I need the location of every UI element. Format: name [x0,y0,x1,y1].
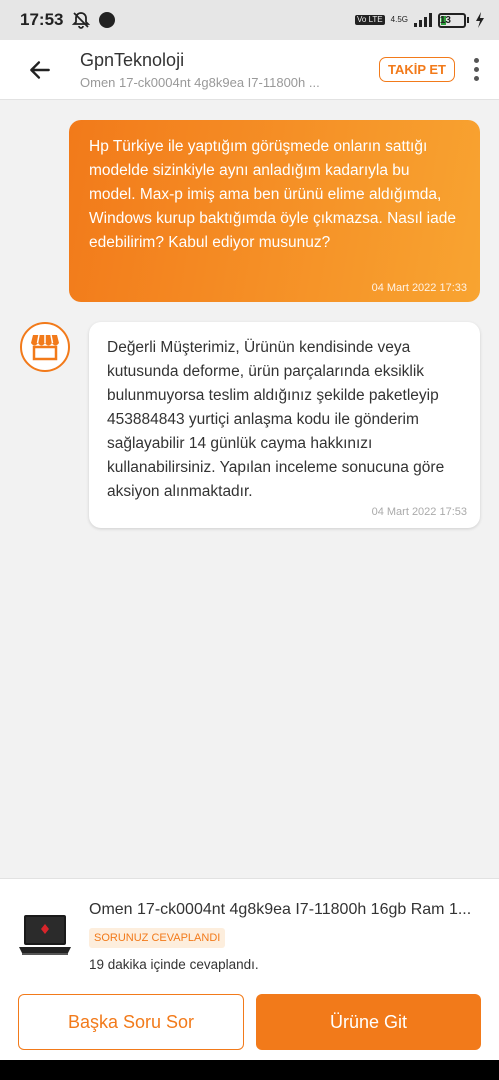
seller-avatar [20,322,70,372]
bottom-panel: Omen 17-ck0004nt 4g8k9ea I7-11800h 16gb … [0,878,499,1060]
message-text: Hp Türkiye ile yaptığım görüşmede onları… [89,138,456,251]
product-name: Omen 17-ck0004nt 4g8k9ea I7-11800h 16gb … [89,901,472,918]
back-button[interactable] [0,40,80,100]
store-icon [31,334,59,361]
message-time: 04 Mart 2022 17:53 [371,506,467,518]
product-subtitle: Omen 17-ck0004nt 4g8k9ea I7-11800h ... [80,74,320,90]
app-notification-icon [99,12,116,28]
ask-another-question-button[interactable]: Başka Soru Sor [18,994,244,1050]
volte-icon: Vo LTE [355,15,385,25]
battery-icon: 13 [438,12,469,28]
go-to-product-button[interactable]: Ürüne Git [256,994,481,1050]
follow-button[interactable]: TAKİP ET [378,57,455,82]
incoming-message: Değerli Müşterimiz, Ürünün kendisinde ve… [89,322,480,528]
battery-level: 13 [439,14,451,26]
answered-time: 19 dakika içinde cevaplandı. [89,957,259,972]
signal-icon [414,13,432,27]
network-type: 4.5G [390,15,408,24]
status-bar: 17:53 Vo LTE 4.5G 13 [0,0,499,40]
more-options-button[interactable] [463,58,489,81]
status-time: 17:53 [20,10,64,29]
app-header: GpnTeknoloji Omen 17-ck0004nt 4g8k9ea I7… [0,40,499,100]
system-nav-bar [0,1060,499,1080]
product-card[interactable]: Omen 17-ck0004nt 4g8k9ea I7-11800h 16gb … [0,879,499,979]
notifications-off-icon [72,12,91,29]
message-time: 04 Mart 2022 17:33 [371,282,467,294]
store-name: GpnTeknoloji [80,49,185,70]
outgoing-message: Hp Türkiye ile yaptığım görüşmede onları… [69,120,480,302]
product-image [19,915,71,955]
charging-icon [476,12,484,28]
status-badge: SORUNUZ CEVAPLANDI [89,928,226,948]
arrow-left-icon [30,60,50,79]
message-text: Değerli Müşterimiz, Ürünün kendisinde ve… [107,339,445,500]
header-titles: GpnTeknoloji Omen 17-ck0004nt 4g8k9ea I7… [80,50,379,90]
